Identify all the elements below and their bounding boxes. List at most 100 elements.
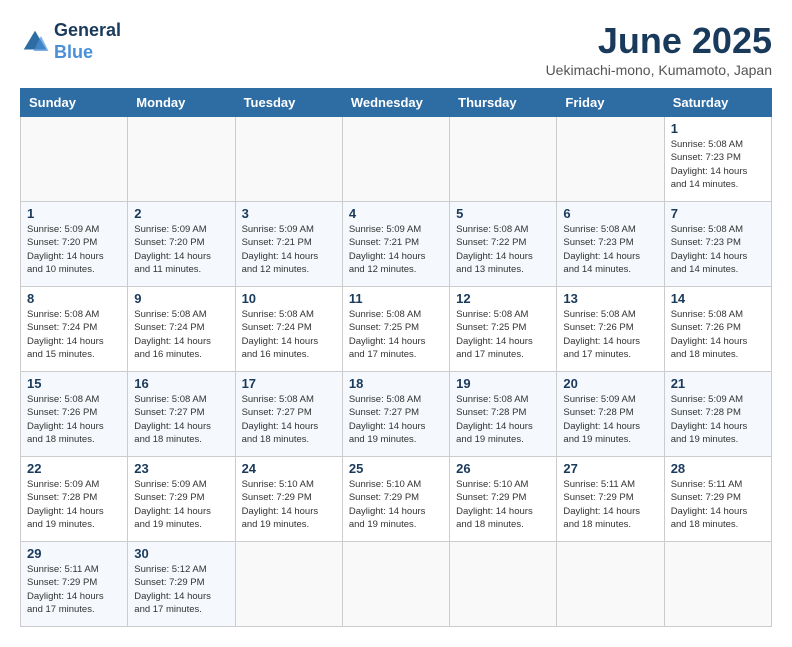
calendar-cell: 19 Sunrise: 5:08 AMSunset: 7:28 PMDayligh… [450,372,557,457]
calendar-cell: 8Sunrise: 5:08 AMSunset: 7:24 PMDaylight… [21,287,128,372]
calendar-cell: 11Sunrise: 5:08 AMSunset: 7:25 PMDayligh… [342,287,449,372]
calendar-cell: 5Sunrise: 5:08 AMSunset: 7:22 PMDaylight… [450,202,557,287]
calendar-title: June 2025 [546,20,772,62]
calendar-cell: 22 Sunrise: 5:09 AMSunset: 7:28 PMDayligh… [21,457,128,542]
day-number: 22 [27,461,121,476]
day-info: Sunrise: 5:08 AMSunset: 7:25 PMDaylight:… [349,308,443,361]
calendar-cell: 20Sunrise: 5:09 AMSunset: 7:28 PMDayligh… [557,372,664,457]
day-info: Sunrise: 5:08 AMSunset: 7:26 PMDaylight:… [671,308,765,361]
calendar-cell: 15 Sunrise: 5:08 AMSunset: 7:26 PMDayligh… [21,372,128,457]
week-row-6: 29 Sunrise: 5:11 AMSunset: 7:29 PMDayligh… [21,542,772,627]
calendar-cell: 6Sunrise: 5:08 AMSunset: 7:23 PMDaylight… [557,202,664,287]
week-row-3: 8Sunrise: 5:08 AMSunset: 7:24 PMDaylight… [21,287,772,372]
day-info: Sunrise: 5:11 AMSunset: 7:29 PMDaylight:… [27,563,121,616]
day-info: Sunrise: 5:08 AMSunset: 7:28 PMDaylight:… [456,393,550,446]
calendar-cell: 9 Sunrise: 5:08 AMSunset: 7:24 PMDaylight… [128,287,235,372]
calendar-cell [450,117,557,202]
day-info: Sunrise: 5:09 AMSunset: 7:28 PMDaylight:… [27,478,121,531]
day-info: Sunrise: 5:08 AMSunset: 7:24 PMDaylight:… [27,308,121,361]
day-number: 18 [349,376,443,391]
weekday-header-friday: Friday [557,89,664,117]
calendar-cell [342,542,449,627]
day-number: 30 [134,546,228,561]
calendar-cell: 1Sunrise: 5:09 AMSunset: 7:20 PMDaylight… [21,202,128,287]
calendar-cell [450,542,557,627]
weekday-header-row: SundayMondayTuesdayWednesdayThursdayFrid… [21,89,772,117]
day-number: 12 [456,291,550,306]
day-info: Sunrise: 5:11 AMSunset: 7:29 PMDaylight:… [671,478,765,531]
calendar-cell [664,542,771,627]
day-info: Sunrise: 5:08 AMSunset: 7:26 PMDaylight:… [563,308,657,361]
calendar-cell [557,117,664,202]
calendar-cell: 28 Sunrise: 5:11 AMSunset: 7:29 PMDayligh… [664,457,771,542]
calendar-cell: 24Sunrise: 5:10 AMSunset: 7:29 PMDayligh… [235,457,342,542]
calendar-cell [235,117,342,202]
calendar-cell: 29 Sunrise: 5:11 AMSunset: 7:29 PMDayligh… [21,542,128,627]
weekday-header-sunday: Sunday [21,89,128,117]
calendar-cell [235,542,342,627]
day-info: Sunrise: 5:09 AMSunset: 7:20 PMDaylight:… [134,223,228,276]
day-number: 1 [671,121,765,136]
day-info: Sunrise: 5:09 AMSunset: 7:28 PMDaylight:… [671,393,765,446]
day-number: 17 [242,376,336,391]
day-info: Sunrise: 5:08 AMSunset: 7:24 PMDaylight:… [242,308,336,361]
calendar-cell: 7Sunrise: 5:08 AMSunset: 7:23 PMDaylight… [664,202,771,287]
logo-icon [20,27,50,57]
calendar-cell: 21 Sunrise: 5:09 AMSunset: 7:28 PMDayligh… [664,372,771,457]
day-info: Sunrise: 5:08 AMSunset: 7:27 PMDaylight:… [242,393,336,446]
calendar-cell [342,117,449,202]
week-row-1: 1Sunrise: 5:08 AMSunset: 7:23 PMDaylight… [21,117,772,202]
title-area: June 2025 Uekimachi-mono, Kumamoto, Japa… [546,20,772,78]
day-number: 28 [671,461,765,476]
day-number: 29 [27,546,121,561]
weekday-header-monday: Monday [128,89,235,117]
day-number: 20 [563,376,657,391]
day-number: 21 [671,376,765,391]
calendar-cell: 25 Sunrise: 5:10 AMSunset: 7:29 PMDayligh… [342,457,449,542]
calendar-cell: 17 Sunrise: 5:08 AMSunset: 7:27 PMDayligh… [235,372,342,457]
day-info: Sunrise: 5:10 AMSunset: 7:29 PMDaylight:… [456,478,550,531]
logo: General Blue [20,20,121,63]
calendar-table: SundayMondayTuesdayWednesdayThursdayFrid… [20,88,772,627]
day-number: 10 [242,291,336,306]
week-row-4: 15 Sunrise: 5:08 AMSunset: 7:26 PMDayligh… [21,372,772,457]
header: General Blue June 2025 Uekimachi-mono, K… [20,20,772,78]
day-number: 5 [456,206,550,221]
calendar-cell: 18 Sunrise: 5:08 AMSunset: 7:27 PMDayligh… [342,372,449,457]
day-number: 16 [134,376,228,391]
day-number: 15 [27,376,121,391]
day-info: Sunrise: 5:08 AMSunset: 7:27 PMDaylight:… [134,393,228,446]
day-number: 27 [563,461,657,476]
calendar-cell: 14Sunrise: 5:08 AMSunset: 7:26 PMDayligh… [664,287,771,372]
calendar-cell: 1Sunrise: 5:08 AMSunset: 7:23 PMDaylight… [664,117,771,202]
calendar-cell: 12Sunrise: 5:08 AMSunset: 7:25 PMDayligh… [450,287,557,372]
day-number: 23 [134,461,228,476]
day-number: 3 [242,206,336,221]
day-number: 2 [134,206,228,221]
calendar-cell: 2 Sunrise: 5:09 AMSunset: 7:20 PMDaylight… [128,202,235,287]
calendar-cell: 23Sunrise: 5:09 AMSunset: 7:29 PMDayligh… [128,457,235,542]
day-number: 19 [456,376,550,391]
calendar-cell: 26Sunrise: 5:10 AMSunset: 7:29 PMDayligh… [450,457,557,542]
calendar-cell: 27 Sunrise: 5:11 AMSunset: 7:29 PMDayligh… [557,457,664,542]
day-number: 9 [134,291,228,306]
day-info: Sunrise: 5:08 AMSunset: 7:24 PMDaylight:… [134,308,228,361]
calendar-cell: 13 Sunrise: 5:08 AMSunset: 7:26 PMDayligh… [557,287,664,372]
day-info: Sunrise: 5:08 AMSunset: 7:26 PMDaylight:… [27,393,121,446]
logo-text: General Blue [54,20,121,63]
day-number: 25 [349,461,443,476]
day-number: 7 [671,206,765,221]
weekday-header-tuesday: Tuesday [235,89,342,117]
calendar-cell [21,117,128,202]
day-info: Sunrise: 5:11 AMSunset: 7:29 PMDaylight:… [563,478,657,531]
calendar-cell: 4Sunrise: 5:09 AMSunset: 7:21 PMDaylight… [342,202,449,287]
weekday-header-thursday: Thursday [450,89,557,117]
day-info: Sunrise: 5:09 AMSunset: 7:20 PMDaylight:… [27,223,121,276]
day-number: 13 [563,291,657,306]
week-row-5: 22 Sunrise: 5:09 AMSunset: 7:28 PMDayligh… [21,457,772,542]
day-info: Sunrise: 5:08 AMSunset: 7:27 PMDaylight:… [349,393,443,446]
weekday-header-saturday: Saturday [664,89,771,117]
weekday-header-wednesday: Wednesday [342,89,449,117]
day-info: Sunrise: 5:12 AMSunset: 7:29 PMDaylight:… [134,563,228,616]
day-info: Sunrise: 5:10 AMSunset: 7:29 PMDaylight:… [349,478,443,531]
